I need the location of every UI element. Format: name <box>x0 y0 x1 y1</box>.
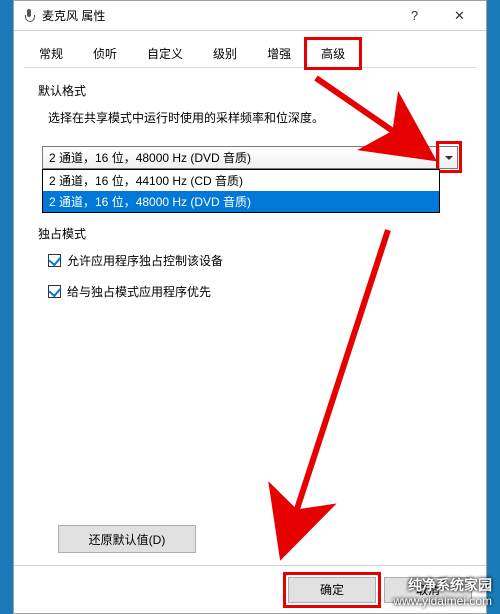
default-format-group: 默认格式 选择在共享模式中运行时使用的采样频率和位深度。 2 通道，16 位，4… <box>34 82 466 169</box>
watermark-url: www.yidaimei.com <box>393 594 492 610</box>
titlebar: 麦克风 属性 ? ✕ <box>14 1 486 31</box>
chevron-down-icon[interactable] <box>439 147 457 168</box>
properties-dialog: 麦克风 属性 ? ✕ 常规 侦听 自定义 级别 增强 高级 默认格式 选择在共享… <box>13 0 487 614</box>
watermark: 纯净系统家园 www.yidaimei.com <box>393 576 492 610</box>
format-dropdown[interactable]: 2 通道，16 位，48000 Hz (DVD 音质) <box>42 146 458 169</box>
tab-content: 默认格式 选择在共享模式中运行时使用的采样频率和位深度。 2 通道，16 位，4… <box>14 68 486 565</box>
format-dropdown-value: 2 通道，16 位，48000 Hz (DVD 音质) <box>49 149 251 166</box>
close-button[interactable]: ✕ <box>437 1 482 30</box>
watermark-title: 纯净系统家园 <box>393 576 492 594</box>
allow-exclusive-label: 允许应用程序独占控制该设备 <box>67 252 223 269</box>
microphone-icon <box>22 9 36 23</box>
restore-defaults-button[interactable]: 还原默认值(D) <box>58 525 196 553</box>
tab-listen[interactable]: 侦听 <box>78 39 132 68</box>
format-option-cd[interactable]: 2 通道，16 位，44100 Hz (CD 音质) <box>43 170 439 191</box>
help-button[interactable]: ? <box>392 1 437 30</box>
priority-label: 给与独占模式应用程序优先 <box>67 283 211 300</box>
format-option-dvd[interactable]: 2 通道，16 位，48000 Hz (DVD 音质) <box>43 191 439 212</box>
priority-row[interactable]: 给与独占模式应用程序优先 <box>48 283 466 300</box>
tabbar: 常规 侦听 自定义 级别 增强 高级 <box>14 31 486 68</box>
default-format-label: 默认格式 <box>34 82 90 99</box>
ok-button[interactable]: 确定 <box>288 577 376 603</box>
allow-exclusive-row[interactable]: 允许应用程序独占控制该设备 <box>48 252 466 269</box>
exclusive-mode-label: 独占模式 <box>34 225 90 242</box>
tab-general[interactable]: 常规 <box>24 39 78 68</box>
tab-custom[interactable]: 自定义 <box>132 39 198 68</box>
format-dropdown-list: 2 通道，16 位，44100 Hz (CD 音质) 2 通道，16 位，480… <box>42 169 440 213</box>
tab-enhancements[interactable]: 增强 <box>252 39 306 68</box>
exclusive-mode-group: 独占模式 允许应用程序独占控制该设备 给与独占模式应用程序优先 <box>34 225 466 300</box>
priority-checkbox[interactable] <box>48 285 61 298</box>
tab-advanced[interactable]: 高级 <box>306 39 360 68</box>
allow-exclusive-checkbox[interactable] <box>48 254 61 267</box>
format-dropdown-wrap: 2 通道，16 位，48000 Hz (DVD 音质) 2 通道，16 位，44… <box>42 146 458 169</box>
default-format-desc: 选择在共享模式中运行时使用的采样频率和位深度。 <box>48 109 466 126</box>
window-title: 麦克风 属性 <box>42 7 105 24</box>
tab-levels[interactable]: 级别 <box>198 39 252 68</box>
